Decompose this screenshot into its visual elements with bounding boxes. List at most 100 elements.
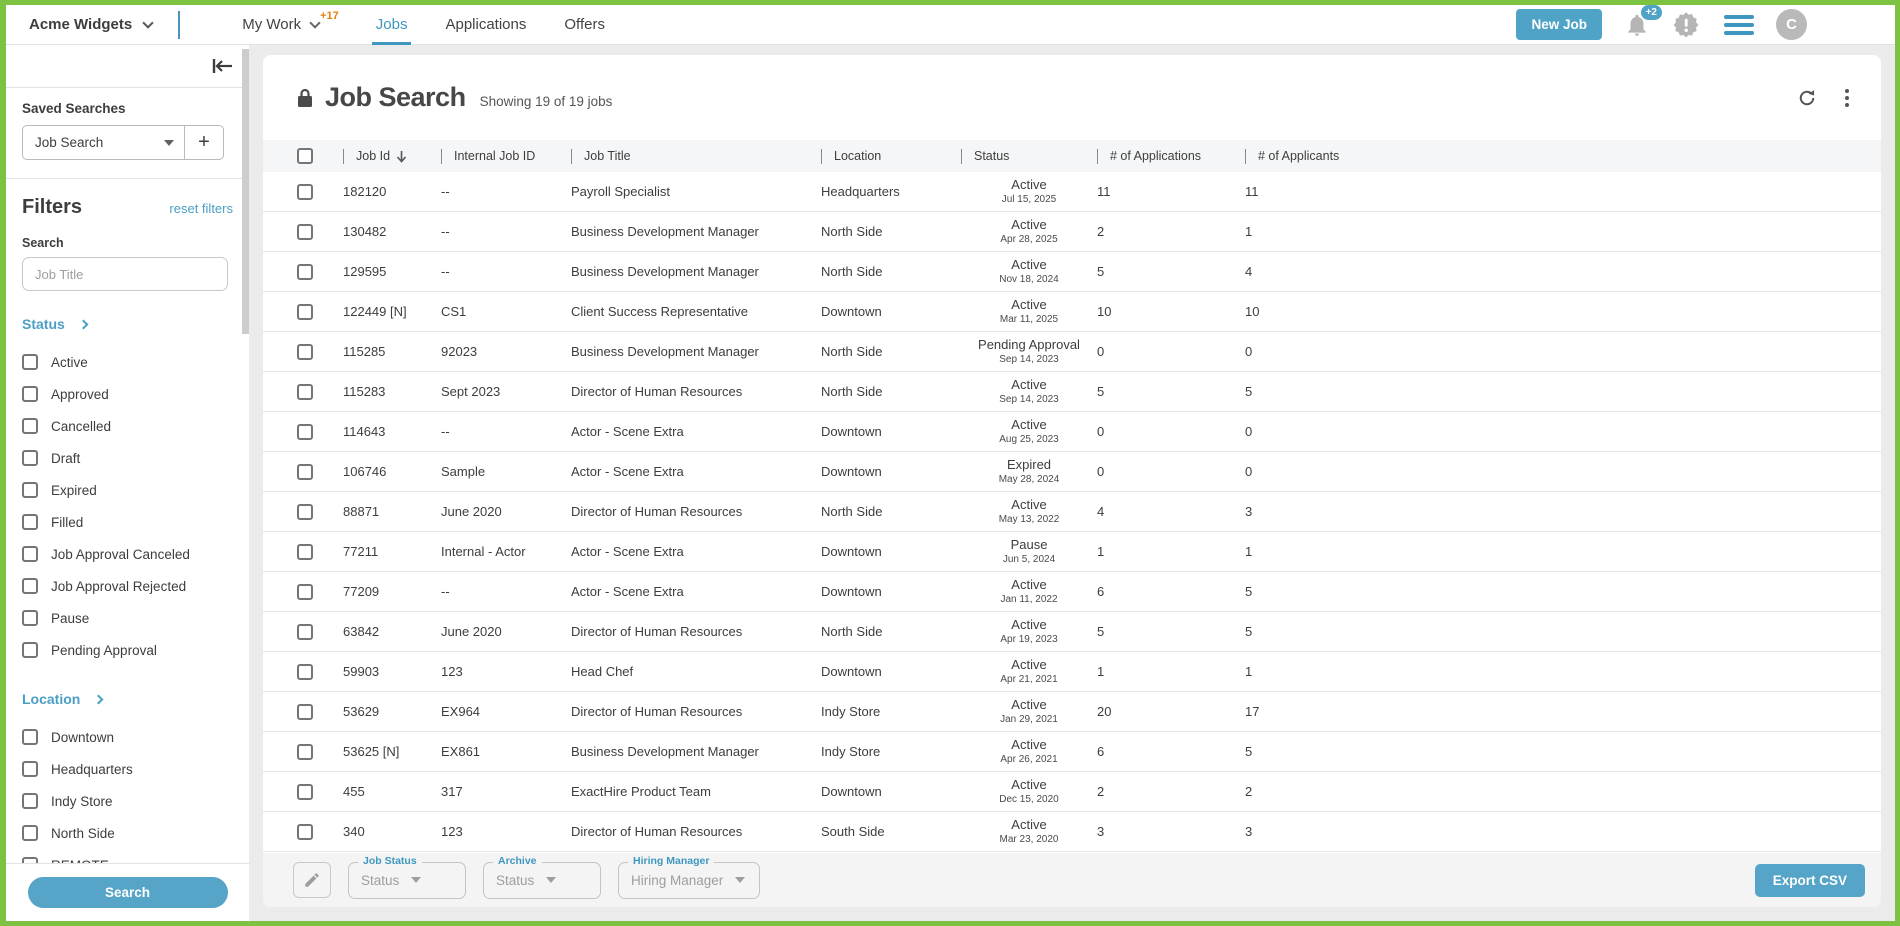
- cell-location: North Side: [821, 344, 882, 359]
- checkbox[interactable]: [22, 386, 38, 402]
- collapse-sidebar-icon[interactable]: [211, 58, 233, 74]
- checkbox[interactable]: [22, 825, 38, 841]
- row-checkbox[interactable]: [297, 304, 313, 320]
- column-header-applications[interactable]: # of Applications: [1097, 149, 1245, 164]
- location-section-header[interactable]: Location: [22, 691, 233, 707]
- row-checkbox[interactable]: [297, 824, 313, 840]
- filter-checkbox-item[interactable]: Downtown: [22, 721, 233, 753]
- filter-checkbox-item[interactable]: Active: [22, 346, 233, 378]
- row-checkbox[interactable]: [297, 264, 313, 280]
- table-row: 88871 June 2020 Director of Human Resour…: [263, 492, 1881, 532]
- checkbox[interactable]: [22, 514, 38, 530]
- select-all-checkbox[interactable]: [297, 148, 313, 164]
- add-saved-search-button[interactable]: +: [184, 126, 223, 159]
- cell-job-id: 88871: [343, 504, 379, 519]
- new-job-button[interactable]: New Job: [1516, 9, 1602, 40]
- chevron-down-icon: [309, 17, 320, 28]
- filter-checkbox-item[interactable]: Pause: [22, 602, 233, 634]
- apply-search-button[interactable]: Search: [28, 877, 228, 908]
- cell-status-date: Jan 11, 2022: [1000, 594, 1057, 606]
- status-section-header[interactable]: Status: [22, 316, 233, 332]
- row-checkbox[interactable]: [297, 744, 313, 760]
- nav-item-jobs[interactable]: Jobs: [376, 5, 408, 45]
- filter-checkbox-item[interactable]: Expired: [22, 474, 233, 506]
- filters-title: Filters: [22, 196, 82, 219]
- avatar[interactable]: C: [1776, 9, 1807, 40]
- filter-checkbox-item[interactable]: Approved: [22, 378, 233, 410]
- column-header-job-title[interactable]: Job Title: [571, 149, 821, 164]
- nav-item-my-work[interactable]: My Work +17: [242, 5, 338, 45]
- nav-item-applications[interactable]: Applications: [445, 5, 526, 45]
- row-checkbox[interactable]: [297, 384, 313, 400]
- filter-checkbox-item[interactable]: Job Approval Canceled: [22, 538, 233, 570]
- row-checkbox[interactable]: [297, 544, 313, 560]
- more-options-kebab-icon[interactable]: [1843, 87, 1851, 109]
- column-header-location[interactable]: Location: [821, 149, 961, 164]
- checkbox[interactable]: [22, 642, 38, 658]
- column-divider: [1097, 149, 1098, 164]
- chevron-down-icon: [411, 877, 421, 883]
- checkbox[interactable]: [22, 450, 38, 466]
- checkbox-label: Draft: [51, 451, 80, 466]
- archive-select[interactable]: Archive Status: [483, 862, 601, 899]
- refresh-icon[interactable]: [1797, 88, 1817, 108]
- cell-location: Downtown: [821, 584, 882, 599]
- sidebar-scrollbar[interactable]: [242, 49, 249, 334]
- row-checkbox[interactable]: [297, 224, 313, 240]
- alerts-seal[interactable]: [1672, 11, 1700, 39]
- column-header-status[interactable]: Status: [961, 149, 1097, 164]
- column-header-applicants[interactable]: # of Applicants: [1245, 149, 1405, 164]
- table-row: 53629 EX964 Director of Human Resources …: [263, 692, 1881, 732]
- row-checkbox[interactable]: [297, 424, 313, 440]
- row-checkbox[interactable]: [297, 584, 313, 600]
- cell-internal-job-id: June 2020: [441, 504, 502, 519]
- checkbox[interactable]: [22, 418, 38, 434]
- saved-search-select[interactable]: Job Search: [23, 126, 184, 159]
- checkbox[interactable]: [22, 610, 38, 626]
- filter-checkbox-item[interactable]: Filled: [22, 506, 233, 538]
- job-title-search-input[interactable]: [22, 257, 228, 291]
- reset-filters-link[interactable]: reset filters: [169, 201, 233, 216]
- row-checkbox[interactable]: [297, 344, 313, 360]
- company-switcher[interactable]: Acme Widgets: [29, 16, 152, 33]
- checkbox[interactable]: [22, 761, 38, 777]
- filter-checkbox-item[interactable]: Headquarters: [22, 753, 233, 785]
- filter-checkbox-item[interactable]: North Side: [22, 817, 233, 849]
- row-checkbox[interactable]: [297, 184, 313, 200]
- edit-button[interactable]: [293, 862, 331, 898]
- hamburger-menu[interactable]: [1724, 15, 1754, 35]
- row-checkbox[interactable]: [297, 464, 313, 480]
- row-checkbox[interactable]: [297, 504, 313, 520]
- filter-checkbox-item[interactable]: Cancelled: [22, 410, 233, 442]
- cell-internal-job-id: EX964: [441, 704, 480, 719]
- filter-checkbox-item[interactable]: Pending Approval: [22, 634, 233, 666]
- filter-checkbox-item[interactable]: REMOTE: [22, 849, 233, 863]
- row-checkbox[interactable]: [297, 664, 313, 680]
- row-checkbox[interactable]: [297, 704, 313, 720]
- export-csv-button[interactable]: Export CSV: [1755, 864, 1865, 897]
- job-status-select[interactable]: Job Status Status: [348, 862, 466, 899]
- checkbox[interactable]: [22, 793, 38, 809]
- checkbox[interactable]: [22, 578, 38, 594]
- column-header-internal-job-id[interactable]: Internal Job ID: [441, 149, 571, 164]
- cell-job-title: Business Development Manager: [571, 344, 759, 359]
- row-checkbox[interactable]: [297, 624, 313, 640]
- filter-checkbox-item[interactable]: Job Approval Rejected: [22, 570, 233, 602]
- cell-status: Pause: [1011, 538, 1048, 553]
- checkbox[interactable]: [22, 729, 38, 745]
- column-header-job-id[interactable]: Job Id: [343, 149, 441, 164]
- nav-item-offers[interactable]: Offers: [564, 5, 605, 45]
- row-checkbox[interactable]: [297, 784, 313, 800]
- notifications-bell[interactable]: +2: [1624, 12, 1650, 38]
- archive-select-label: Archive: [493, 855, 542, 867]
- checkbox[interactable]: [22, 354, 38, 370]
- checkbox[interactable]: [22, 482, 38, 498]
- chevron-right-icon: [94, 695, 104, 705]
- cell-applicants-count: 2: [1245, 784, 1252, 799]
- filter-checkbox-item[interactable]: Draft: [22, 442, 233, 474]
- filter-checkbox-item[interactable]: Indy Store: [22, 785, 233, 817]
- saved-search-value: Job Search: [35, 135, 103, 150]
- checkbox[interactable]: [22, 546, 38, 562]
- hiring-manager-select[interactable]: Hiring Manager Hiring Manager: [618, 862, 760, 899]
- cell-job-title: Business Development Manager: [571, 744, 759, 759]
